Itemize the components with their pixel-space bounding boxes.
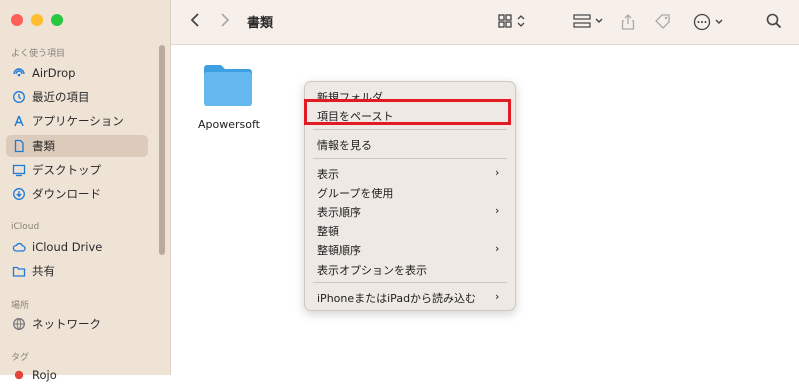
back-button[interactable] bbox=[189, 12, 201, 28]
search-button[interactable] bbox=[766, 13, 782, 29]
menu-item-import-from-iphone[interactable]: iPhoneまたはiPadから読み込む › bbox=[317, 290, 507, 306]
airdrop-icon bbox=[12, 66, 26, 80]
menu-item-sort-order[interactable]: 表示順序 › bbox=[317, 204, 507, 220]
tag-icon bbox=[655, 14, 670, 29]
download-icon bbox=[12, 187, 26, 201]
sidebar-scrollbar[interactable] bbox=[159, 45, 165, 255]
clock-icon bbox=[12, 90, 26, 104]
menu-item-view[interactable]: 表示 › bbox=[317, 166, 507, 182]
menu-item-label: 整頓順序 bbox=[317, 244, 361, 257]
section-tags: タグ bbox=[11, 353, 30, 363]
menu-separator bbox=[313, 129, 507, 130]
group-icon bbox=[573, 14, 591, 28]
sidebar-item-label: Rojo bbox=[32, 368, 57, 382]
sidebar-item-airdrop[interactable]: AirDrop bbox=[6, 62, 148, 84]
section-icloud: iCloud bbox=[11, 222, 40, 232]
sidebar-item-label: AirDrop bbox=[32, 66, 76, 80]
sidebar-item-label: iCloud Drive bbox=[32, 240, 103, 254]
view-mode-button[interactable] bbox=[497, 13, 526, 29]
chevron-left-icon bbox=[190, 13, 199, 27]
chevron-down-icon bbox=[715, 19, 723, 24]
share-button[interactable] bbox=[621, 13, 635, 31]
action-menu-button[interactable] bbox=[693, 13, 724, 31]
menu-separator bbox=[313, 282, 507, 283]
tag-dot-icon bbox=[12, 368, 26, 382]
sidebar-item-label: 共有 bbox=[32, 264, 55, 278]
grid-view-icon bbox=[498, 14, 512, 28]
sidebar-item-label: ネットワーク bbox=[32, 317, 101, 331]
sidebar-item-desktop[interactable]: デスクトップ bbox=[6, 159, 148, 181]
sidebar-item-label: ダウンロード bbox=[32, 187, 101, 201]
tag-button[interactable] bbox=[654, 13, 672, 29]
sidebar-item-label: 書類 bbox=[32, 139, 55, 153]
menu-item-label: 表示 bbox=[317, 168, 339, 181]
window-title: 書類 bbox=[247, 16, 274, 31]
cloud-icon bbox=[12, 240, 26, 254]
highlight-box bbox=[304, 99, 511, 125]
chevron-right-icon bbox=[221, 13, 230, 27]
sidebar-item-downloads[interactable]: ダウンロード bbox=[6, 183, 148, 205]
toolbar: 書類 bbox=[171, 0, 799, 45]
sidebar-item-recents[interactable]: 最近の項目 bbox=[6, 86, 148, 108]
sidebar-item-shared[interactable]: 共有 bbox=[6, 260, 148, 282]
sidebar: よく使う項目 AirDrop 最近の項目 アプリケーション 書類 デスクトップ … bbox=[0, 0, 171, 382]
sidebar-item-label: 最近の項目 bbox=[32, 90, 90, 104]
network-icon bbox=[12, 317, 26, 331]
folder-label[interactable]: Apowersoft bbox=[198, 118, 260, 131]
chevron-down-icon bbox=[595, 18, 603, 23]
zoom-button[interactable] bbox=[51, 14, 63, 26]
menu-item-clean-up-by[interactable]: 整頓順序 › bbox=[317, 242, 507, 258]
chevron-right-icon: › bbox=[495, 166, 500, 179]
menu-item-get-info[interactable]: 情報を見る bbox=[317, 137, 372, 153]
section-locations: 場所 bbox=[11, 301, 30, 311]
chevron-right-icon: › bbox=[495, 204, 500, 217]
sidebar-item-label: アプリケーション bbox=[32, 114, 124, 128]
forward-button[interactable] bbox=[219, 12, 231, 28]
desktop-icon bbox=[12, 163, 26, 177]
close-button[interactable] bbox=[11, 14, 23, 26]
sidebar-item-tag-rojo[interactable]: Rojo bbox=[6, 364, 148, 386]
folder-icon[interactable] bbox=[202, 62, 252, 106]
search-icon bbox=[766, 13, 782, 29]
sidebar-item-documents[interactable]: 書類 bbox=[6, 135, 148, 157]
menu-item-label: 表示順序 bbox=[317, 206, 361, 219]
sidebar-item-network[interactable]: ネットワーク bbox=[6, 313, 148, 335]
window-controls bbox=[11, 14, 63, 26]
more-icon bbox=[693, 13, 711, 31]
applications-icon bbox=[12, 114, 26, 128]
menu-separator bbox=[313, 158, 507, 159]
menu-item-clean-up[interactable]: 整頓 bbox=[317, 223, 339, 239]
document-icon bbox=[12, 139, 26, 153]
chevron-right-icon: › bbox=[495, 290, 500, 303]
sidebar-item-label: デスクトップ bbox=[32, 163, 101, 177]
sidebar-item-applications[interactable]: アプリケーション bbox=[6, 110, 148, 132]
chevron-right-icon: › bbox=[495, 242, 500, 255]
shared-folder-icon bbox=[12, 264, 26, 278]
section-favorites: よく使う項目 bbox=[11, 49, 66, 59]
menu-item-label: iPhoneまたはiPadから読み込む bbox=[317, 292, 477, 305]
menu-item-use-groups[interactable]: グループを使用 bbox=[317, 185, 393, 201]
menu-item-show-view-options[interactable]: 表示オプションを表示 bbox=[317, 262, 427, 278]
minimize-button[interactable] bbox=[31, 14, 43, 26]
updown-chevron-icon bbox=[517, 15, 525, 27]
group-button[interactable] bbox=[573, 13, 604, 29]
sidebar-item-icloud-drive[interactable]: iCloud Drive bbox=[6, 236, 148, 258]
share-icon bbox=[621, 14, 635, 30]
